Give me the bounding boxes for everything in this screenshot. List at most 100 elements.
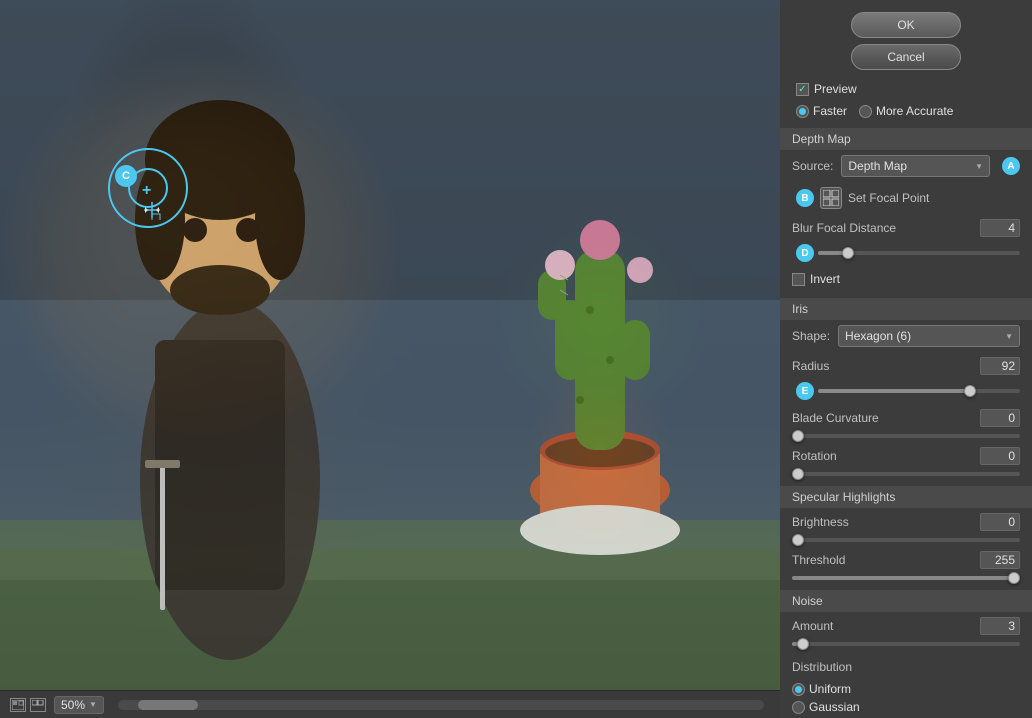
badge-c: C <box>115 165 137 187</box>
blur-focal-slider[interactable] <box>818 251 1020 255</box>
radius-input[interactable] <box>980 357 1020 375</box>
rotation-row: Rotation <box>780 442 1032 470</box>
more-accurate-radio-label[interactable]: More Accurate <box>859 104 953 118</box>
blade-curvature-slider[interactable] <box>792 434 1020 438</box>
source-row: Source: Depth Map ▼ A <box>780 150 1032 182</box>
uniform-radio-label[interactable]: Uniform <box>792 682 1020 696</box>
threshold-slider-row <box>780 574 1032 584</box>
gaussian-radio-label[interactable]: Gaussian <box>792 700 1020 714</box>
shape-label: Shape: <box>792 329 830 343</box>
distribution-row: Uniform Gaussian <box>780 678 1032 718</box>
horizontal-scrollbar[interactable] <box>118 700 764 710</box>
rotation-label: Rotation <box>792 449 980 463</box>
radius-row: Radius <box>780 352 1032 380</box>
radius-slider-thumb[interactable] <box>964 385 976 397</box>
preview-area: C 5 <box>0 0 780 718</box>
radius-label: Radius <box>792 359 980 373</box>
blade-curvature-label: Blade Curvature <box>792 411 980 425</box>
cancel-button[interactable]: Cancel <box>851 44 961 70</box>
brightness-slider-row <box>780 536 1032 546</box>
invert-row: Invert <box>780 266 1032 292</box>
threshold-slider-fill <box>792 576 1020 580</box>
blade-curvature-input[interactable] <box>980 409 1020 427</box>
noise-section-header: Noise <box>780 590 1032 612</box>
scrollbar-thumb <box>138 700 198 710</box>
shape-dropdown[interactable]: Hexagon (6) ▼ <box>838 325 1020 347</box>
zoom-control[interactable]: 50% ▼ <box>54 696 104 714</box>
more-accurate-label: More Accurate <box>876 104 953 118</box>
specular-section-label: Specular Highlights <box>792 490 895 504</box>
shape-value: Hexagon (6) <box>845 329 911 343</box>
uniform-radio[interactable] <box>792 683 805 696</box>
radius-slider[interactable] <box>818 389 1020 393</box>
amount-label: Amount <box>792 619 980 633</box>
faster-radio[interactable] <box>796 105 809 118</box>
source-value: Depth Map <box>848 159 907 173</box>
source-dropdown[interactable]: Depth Map ▼ <box>841 155 990 177</box>
brightness-label: Brightness <box>792 515 980 529</box>
rotation-slider-thumb[interactable] <box>792 468 804 480</box>
grid-icon[interactable] <box>30 698 46 712</box>
blur-focal-input[interactable] <box>980 219 1020 237</box>
faster-label: Faster <box>813 104 847 118</box>
focal-btn-label: Set Focal Point <box>848 191 929 205</box>
radius-slider-fill <box>818 389 970 393</box>
gaussian-label: Gaussian <box>809 700 860 714</box>
threshold-row: Threshold <box>780 546 1032 574</box>
amount-slider-row <box>780 640 1032 650</box>
invert-label: Invert <box>810 272 840 286</box>
brightness-row: Brightness <box>780 508 1032 536</box>
blade-curvature-row: Blade Curvature <box>780 404 1032 432</box>
button-row: OK Cancel <box>780 0 1032 78</box>
gaussian-radio[interactable] <box>792 701 805 714</box>
specular-section-header: Specular Highlights <box>780 486 1032 508</box>
iris-section-label: Iris <box>792 302 808 316</box>
more-accurate-radio[interactable] <box>859 105 872 118</box>
depth-map-section-header: Depth Map <box>780 128 1032 150</box>
noise-section-label: Noise <box>792 594 823 608</box>
amount-slider-thumb[interactable] <box>797 638 809 650</box>
invert-checkbox[interactable] <box>792 273 805 286</box>
threshold-slider[interactable] <box>792 576 1020 580</box>
badge-d-sidebar: D <box>796 244 814 262</box>
view-icon[interactable] <box>10 698 26 712</box>
badge-a: A <box>1002 157 1020 175</box>
threshold-label: Threshold <box>792 553 980 567</box>
rotation-input[interactable] <box>980 447 1020 465</box>
brightness-input[interactable] <box>980 513 1020 531</box>
blade-curvature-slider-thumb[interactable] <box>792 430 804 442</box>
badge-e-sidebar: E <box>796 382 814 400</box>
status-bar: 50% ▼ <box>0 690 780 718</box>
shape-row: Shape: Hexagon (6) ▼ <box>780 320 1032 352</box>
brightness-slider-thumb[interactable] <box>792 534 804 546</box>
zoom-value: 50% <box>61 698 85 712</box>
brightness-slider[interactable] <box>792 538 1020 542</box>
amount-input[interactable] <box>980 617 1020 635</box>
focal-point-button[interactable] <box>820 187 842 209</box>
preview-canvas[interactable]: C <box>0 0 780 690</box>
threshold-input[interactable] <box>980 551 1020 569</box>
rotation-slider[interactable] <box>792 472 1020 476</box>
blur-focal-row: Blur Focal Distance <box>780 214 1032 242</box>
ok-button[interactable]: OK <box>851 12 961 38</box>
blur-focal-slider-thumb[interactable] <box>842 247 854 259</box>
blur-focal-label: Blur Focal Distance <box>792 221 980 235</box>
shape-dropdown-arrow: ▼ <box>1005 332 1013 341</box>
distribution-label: Distribution <box>780 656 1032 678</box>
amount-row: Amount <box>780 612 1032 640</box>
preview-checkbox[interactable] <box>796 83 809 96</box>
blade-curvature-slider-row <box>780 432 1032 442</box>
preview-row: Preview <box>780 78 1032 100</box>
rotation-slider-row <box>780 470 1032 480</box>
threshold-slider-thumb[interactable] <box>1008 572 1020 584</box>
faster-radio-label[interactable]: Faster <box>796 104 847 118</box>
preview-checkbox-label[interactable]: Preview <box>796 82 857 96</box>
blur-focal-slider-row: D <box>780 242 1032 266</box>
amount-slider[interactable] <box>792 642 1020 646</box>
preview-label: Preview <box>814 82 857 96</box>
depth-map-section-label: Depth Map <box>792 132 851 146</box>
source-dropdown-arrow: ▼ <box>975 162 983 171</box>
status-icons <box>10 698 46 712</box>
uniform-label: Uniform <box>809 682 851 696</box>
invert-checkbox-label[interactable]: Invert <box>792 272 840 286</box>
